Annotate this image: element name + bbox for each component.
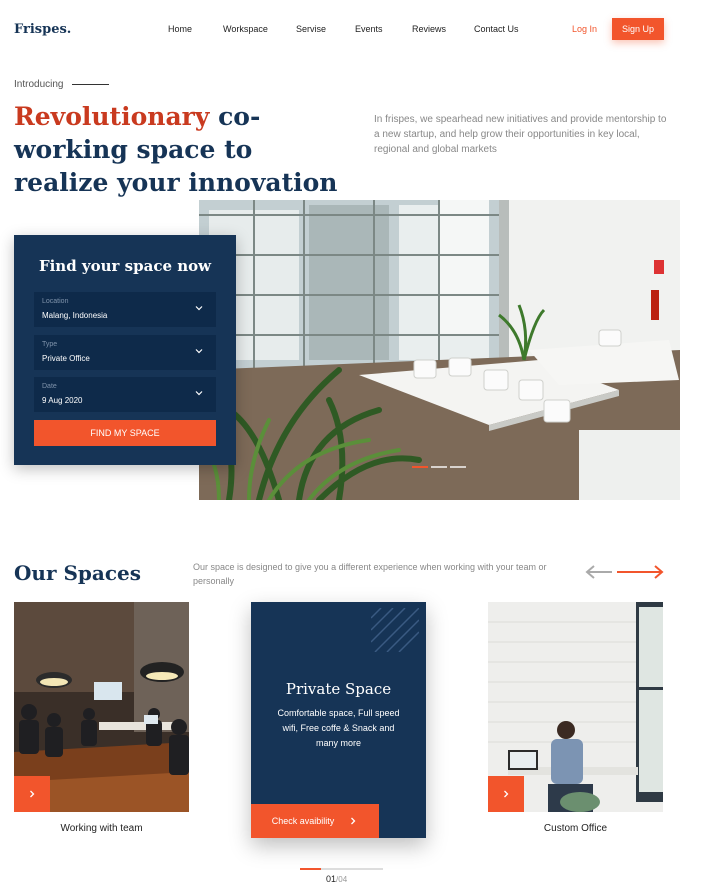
find-space-title: Find your space now <box>38 257 212 275</box>
chevron-right-icon <box>351 817 356 825</box>
chevron-down-icon <box>195 391 203 396</box>
chevron-right-icon <box>30 790 35 798</box>
find-my-space-button[interactable]: FIND MY SPACE <box>34 420 216 446</box>
office-illustration <box>199 200 680 500</box>
our-spaces-title: Our Spaces <box>14 561 142 585</box>
our-spaces-description: Our space is designed to give you a diff… <box>193 562 547 586</box>
pager-progress <box>300 868 321 870</box>
type-value: Private Office <box>42 354 90 363</box>
intro-label: Introducing <box>14 79 64 90</box>
location-value: Malang, Indonesia <box>42 311 108 320</box>
signup-button[interactable]: Sign Up <box>612 18 664 40</box>
date-label: Date <box>42 383 57 390</box>
location-select[interactable]: Location Malang, Indonesia <box>34 292 216 327</box>
headline-accent: Revolutionary <box>14 102 210 131</box>
type-select[interactable]: Type Private Office <box>34 335 216 370</box>
brand-logo[interactable]: Frispes. <box>14 22 71 37</box>
check-availability-button[interactable]: Check avaibility <box>251 804 379 838</box>
team-space-caption: Working with team <box>60 823 143 834</box>
pager-current: 01 <box>326 874 337 884</box>
nav-events[interactable]: Events <box>355 24 383 34</box>
hero-headline: Revolutionary co-working space to realiz… <box>14 100 354 199</box>
slider-dot-1[interactable] <box>412 466 428 468</box>
custom-office-caption: Custom Office <box>543 823 608 834</box>
intro-divider <box>72 84 109 85</box>
location-label: Location <box>42 298 69 305</box>
custom-office-open-button[interactable] <box>488 776 524 812</box>
private-space-title: Private Space <box>285 680 392 698</box>
pager-indicator: 01/04 <box>326 874 347 884</box>
hero-slider-dots <box>412 466 466 468</box>
private-space-description: Comfortable space, Full speed wifi, Free… <box>277 708 400 748</box>
login-link[interactable]: Log In <box>572 24 597 34</box>
hero-description: In frispes, we spearhead new initiatives… <box>374 114 667 155</box>
check-availability-label: Check avaibility <box>271 816 335 826</box>
nav-servise[interactable]: Servise <box>296 24 326 34</box>
nav-reviews[interactable]: Reviews <box>412 24 446 34</box>
pager-total: /04 <box>336 875 348 884</box>
private-space-card: Private Space Comfortable space, Full sp… <box>251 602 426 838</box>
team-space-open-button[interactable] <box>14 776 50 812</box>
nav-contact-us[interactable]: Contact Us <box>474 24 519 34</box>
date-select[interactable]: Date 9 Aug 2020 <box>34 377 216 412</box>
arrow-right-icon[interactable] <box>616 564 664 580</box>
type-label: Type <box>42 341 58 348</box>
slider-dot-3[interactable] <box>450 466 466 468</box>
slider-dot-2[interactable] <box>431 466 447 468</box>
arrow-left-icon[interactable] <box>585 564 613 580</box>
chevron-down-icon <box>195 349 203 354</box>
nav-home[interactable]: Home <box>168 24 192 34</box>
hatch-pattern <box>371 608 419 652</box>
find-space-card: Find your space now Location Malang, Ind… <box>14 235 236 465</box>
date-value: 9 Aug 2020 <box>42 396 83 405</box>
nav-workspace[interactable]: Workspace <box>223 24 268 34</box>
chevron-right-icon <box>504 790 509 798</box>
hero-office-photo <box>199 200 680 500</box>
chevron-down-icon <box>195 306 203 311</box>
